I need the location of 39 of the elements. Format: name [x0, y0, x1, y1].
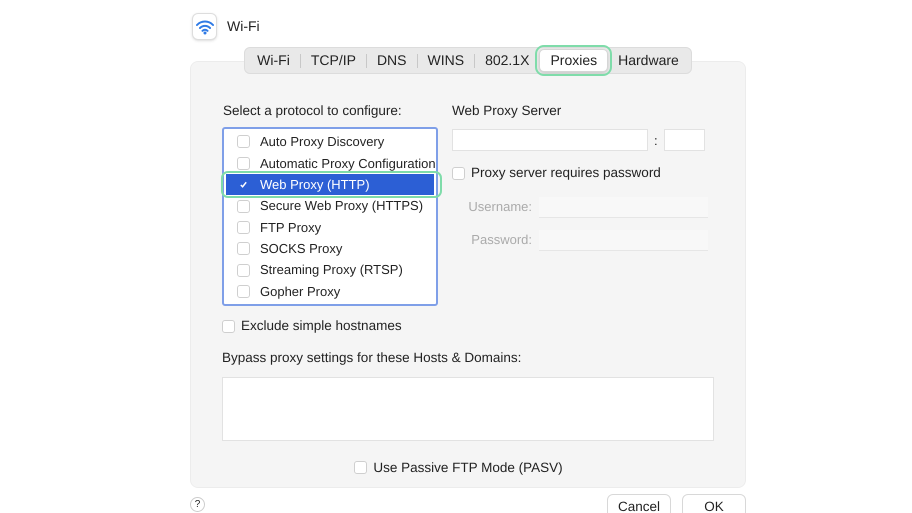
tab[interactable]: WINS	[418, 49, 474, 72]
protocol-item[interactable]: Streaming Proxy (RTSP)	[226, 260, 434, 281]
dialog-button[interactable]: Cancel	[607, 494, 671, 513]
tab[interactable]: TCP/IP	[300, 49, 366, 72]
port-field[interactable]	[664, 129, 705, 152]
tab[interactable]: 802.1X	[475, 49, 540, 72]
protocol-item[interactable]: Gopher Proxy	[226, 280, 434, 302]
protocol-label: Automatic Proxy Configuration	[260, 154, 436, 173]
server-field[interactable]	[452, 129, 648, 152]
section-label: Web Proxy Server	[452, 102, 562, 120]
protocol-label: Streaming Proxy (RTSP)	[260, 261, 403, 280]
protocol-item[interactable]: Secure Web Proxy (HTTPS)	[226, 195, 434, 217]
checkbox-label: Proxy server requires password	[471, 164, 661, 182]
port-separator: :	[654, 132, 658, 150]
protocol-item[interactable]: FTP Proxy	[226, 216, 434, 238]
checkbox-label: Exclude simple hostnames	[241, 317, 402, 336]
protocol-label: Gopher Proxy	[260, 282, 340, 301]
protocol-item[interactable]: SOCKS Proxy	[226, 238, 434, 260]
section-label: Bypass proxy settings for these Hosts & Domains:	[222, 348, 522, 367]
protocol-label: FTP Proxy	[260, 218, 322, 237]
help-button[interactable]: ?	[190, 497, 205, 512]
field-label: Username:	[467, 198, 532, 216]
checkbox-label: Use Passive FTP Mode (PASV)	[373, 458, 563, 477]
bypass-field[interactable]	[222, 376, 714, 441]
tab[interactable]: Wi-Fi	[247, 49, 300, 72]
checkmark-icon	[239, 180, 248, 190]
protocol-label: Auto Proxy Discovery	[260, 133, 384, 152]
dialog-button[interactable]: OK	[682, 494, 746, 513]
field-label: Password:	[470, 231, 532, 250]
tab[interactable]: DNS	[366, 49, 416, 72]
wifi-icon	[192, 13, 217, 40]
protocol-label: Secure Web Proxy (HTTPS)	[260, 197, 424, 216]
tab[interactable]: Hardware	[608, 49, 689, 72]
window-title: Wi-Fi	[227, 17, 260, 36]
protocol-label: Web Proxy (HTTP)	[260, 176, 370, 194]
protocol-item[interactable]: Auto Proxy Discovery	[226, 131, 434, 153]
protocol-label: SOCKS Proxy	[260, 240, 342, 258]
section-label: Select a protocol to configure:	[223, 102, 403, 120]
protocol-item[interactable]: Automatic Proxy Configuration	[226, 152, 434, 174]
